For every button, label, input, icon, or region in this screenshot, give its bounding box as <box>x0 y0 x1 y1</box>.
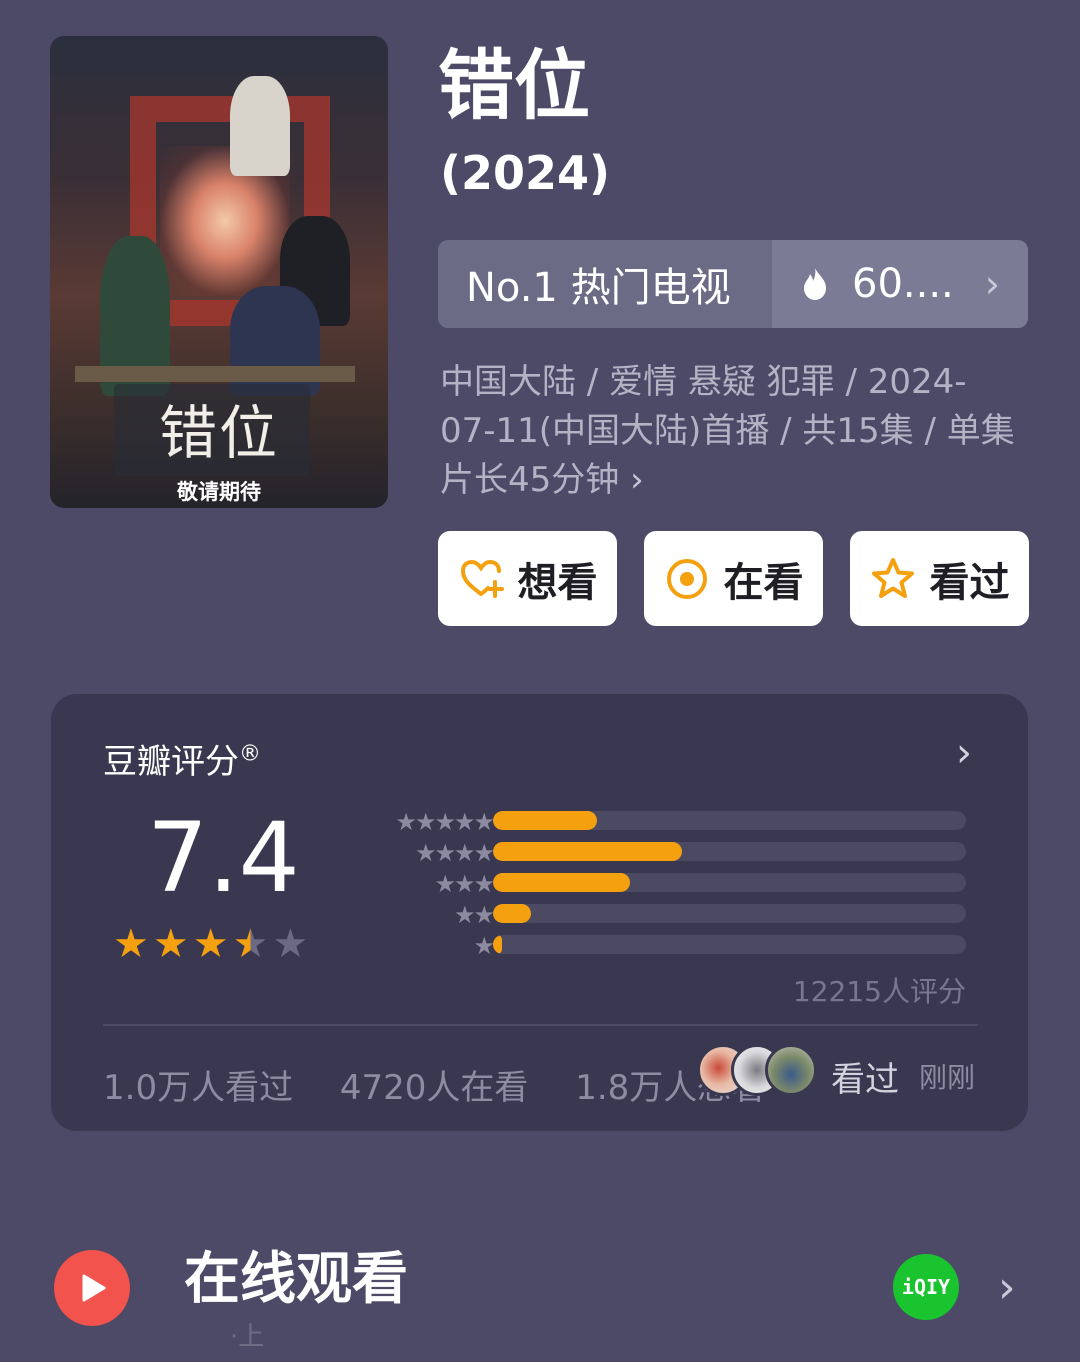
watched-button[interactable]: 看过 <box>850 531 1029 626</box>
star-icon: ★ <box>232 921 269 967</box>
distribution-bar-track <box>493 842 966 861</box>
stat-watching: 4720人在看 <box>339 1068 529 1108</box>
star-icon: ★ <box>192 921 229 967</box>
rating-distribution: ★★★★★ ★★★★ ★★★ ★★ ★ <box>351 806 971 961</box>
release-year: (2024) <box>440 146 611 200</box>
star-outline-icon <box>871 557 914 598</box>
watched-label: 看过 <box>929 559 1010 606</box>
registered-mark: ® <box>239 741 261 767</box>
star-icon: ★ <box>272 921 309 967</box>
distribution-bar-fill <box>493 811 598 830</box>
iqiyi-icon[interactable]: iQIY <box>893 1254 959 1320</box>
distribution-row: ★★★ <box>351 868 971 899</box>
distribution-row: ★ <box>351 930 971 961</box>
chevron-right-icon: › <box>630 460 644 500</box>
distribution-bar-fill <box>493 935 503 954</box>
rating-label: 豆瓣评分® <box>103 741 261 782</box>
play-icon[interactable] <box>54 1250 130 1326</box>
chevron-right-icon[interactable]: › <box>956 730 972 776</box>
heat-section[interactable]: 60.... › <box>772 240 1028 328</box>
distribution-bar-track <box>493 811 966 830</box>
distribution-row: ★★★★ <box>351 837 971 868</box>
target-icon <box>666 558 707 599</box>
distribution-row: ★★★★★ <box>351 806 971 837</box>
distribution-bar-fill <box>493 873 631 892</box>
want-to-watch-label: 想看 <box>517 559 598 606</box>
flame-icon <box>804 268 826 300</box>
rank-label: No.1 热门电视 <box>438 240 772 328</box>
distribution-stars-icon: ★ <box>473 932 494 960</box>
divider <box>103 1024 978 1026</box>
seen-time: 刚刚 <box>919 1061 976 1094</box>
chevron-right-icon[interactable]: › <box>998 1262 1016 1313</box>
page-title: 错位 <box>438 41 590 130</box>
want-to-watch-button[interactable]: 想看 <box>438 531 617 626</box>
rating-score: 7.4 <box>147 802 300 914</box>
distribution-bar-fill <box>493 842 683 861</box>
action-buttons: 想看 在看 看过 <box>438 531 1029 626</box>
chevron-right-icon: › <box>984 262 1000 306</box>
poster-figure <box>230 76 290 176</box>
heat-value: 60.... <box>852 261 954 307</box>
meta-text: 中国大陆 / 爱情 悬疑 犯罪 / 2024-07-11(中国大陆)首播 / 共… <box>440 362 1015 500</box>
poster-title: 错位 <box>158 399 279 467</box>
star-icon: ★ <box>113 921 149 967</box>
distribution-bar-track <box>493 873 966 892</box>
rating-stars: ★ ★ ★ ★ ★ <box>113 924 308 964</box>
distribution-stars-icon: ★★ <box>453 901 495 929</box>
online-watch-subtitle: ·上 <box>230 1322 265 1352</box>
distribution-stars-icon: ★★★★★ <box>395 808 495 836</box>
star-icon: ★ <box>152 921 189 967</box>
rating-card[interactable]: 豆瓣评分® › 7.4 ★ ★ ★ ★ ★ ★★★★★ ★★★★ ★★★ ★★ ★ 12215人… <box>51 694 1028 1131</box>
stat-watched: 1.0万人看过 <box>103 1068 294 1108</box>
poster-subtitle: 敬请期待 <box>177 480 261 504</box>
poster-table <box>75 366 355 382</box>
rating-count: 12215人评分 <box>792 975 966 1008</box>
movie-meta[interactable]: 中国大陆 / 爱情 悬疑 犯罪 / 2024-07-11(中国大陆)首播 / 共… <box>440 358 1020 505</box>
distribution-bar-track <box>493 935 966 954</box>
distribution-bar-track <box>493 904 966 923</box>
avatar <box>765 1044 817 1096</box>
watching-label: 在看 <box>723 559 804 606</box>
watching-button[interactable]: 在看 <box>644 531 823 626</box>
ranking-bar[interactable]: No.1 热门电视 60.... › <box>438 240 1028 328</box>
friend-avatars[interactable] <box>697 1044 817 1096</box>
heart-plus-icon <box>460 559 504 598</box>
distribution-row: ★★ <box>351 899 971 930</box>
online-watch-title: 在线观看 <box>184 1247 408 1312</box>
seen-label: 看过 <box>831 1060 899 1100</box>
distribution-stars-icon: ★★★ <box>434 870 495 898</box>
distribution-bar-fill <box>493 904 531 923</box>
distribution-stars-icon: ★★★★ <box>414 839 495 867</box>
poster[interactable]: 错位 敬请期待 <box>50 36 388 508</box>
play-triangle-icon <box>82 1274 106 1302</box>
